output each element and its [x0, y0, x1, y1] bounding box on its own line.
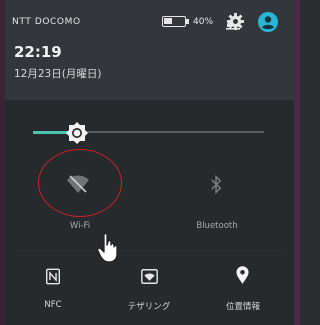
- tethering-icon[interactable]: [141, 269, 158, 284]
- battery-icon: [162, 16, 186, 27]
- clock-date: 12月23日(月曜日): [14, 68, 102, 80]
- tile-divider: [15, 250, 283, 251]
- brightness-thumb-icon[interactable]: [66, 122, 88, 144]
- battery-tip: [186, 19, 189, 24]
- carrier-name: NTT DOCOMO: [12, 17, 81, 27]
- location-icon[interactable]: [236, 266, 249, 285]
- nfc-icon[interactable]: [46, 268, 60, 285]
- clock-time: 22:19: [14, 43, 62, 61]
- highlight-circle: [38, 149, 122, 217]
- tile-label-tethering[interactable]: テザリング: [119, 300, 179, 312]
- brightness-slider-track[interactable]: [77, 131, 264, 133]
- hand-pointer-icon: [97, 232, 118, 263]
- tile-label-location[interactable]: 位置情報: [219, 300, 267, 312]
- background-edge: [294, 0, 300, 325]
- tile-label-wifi[interactable]: Wi-Fi: [58, 221, 102, 231]
- bluetooth-icon[interactable]: [210, 175, 223, 194]
- settings-gear-icon[interactable]: [226, 12, 245, 31]
- battery-percentage: 40%: [193, 17, 214, 27]
- tile-label-bluetooth[interactable]: Bluetooth: [189, 221, 245, 231]
- tile-label-nfc[interactable]: NFC: [38, 300, 68, 310]
- user-avatar-icon[interactable]: [258, 12, 278, 32]
